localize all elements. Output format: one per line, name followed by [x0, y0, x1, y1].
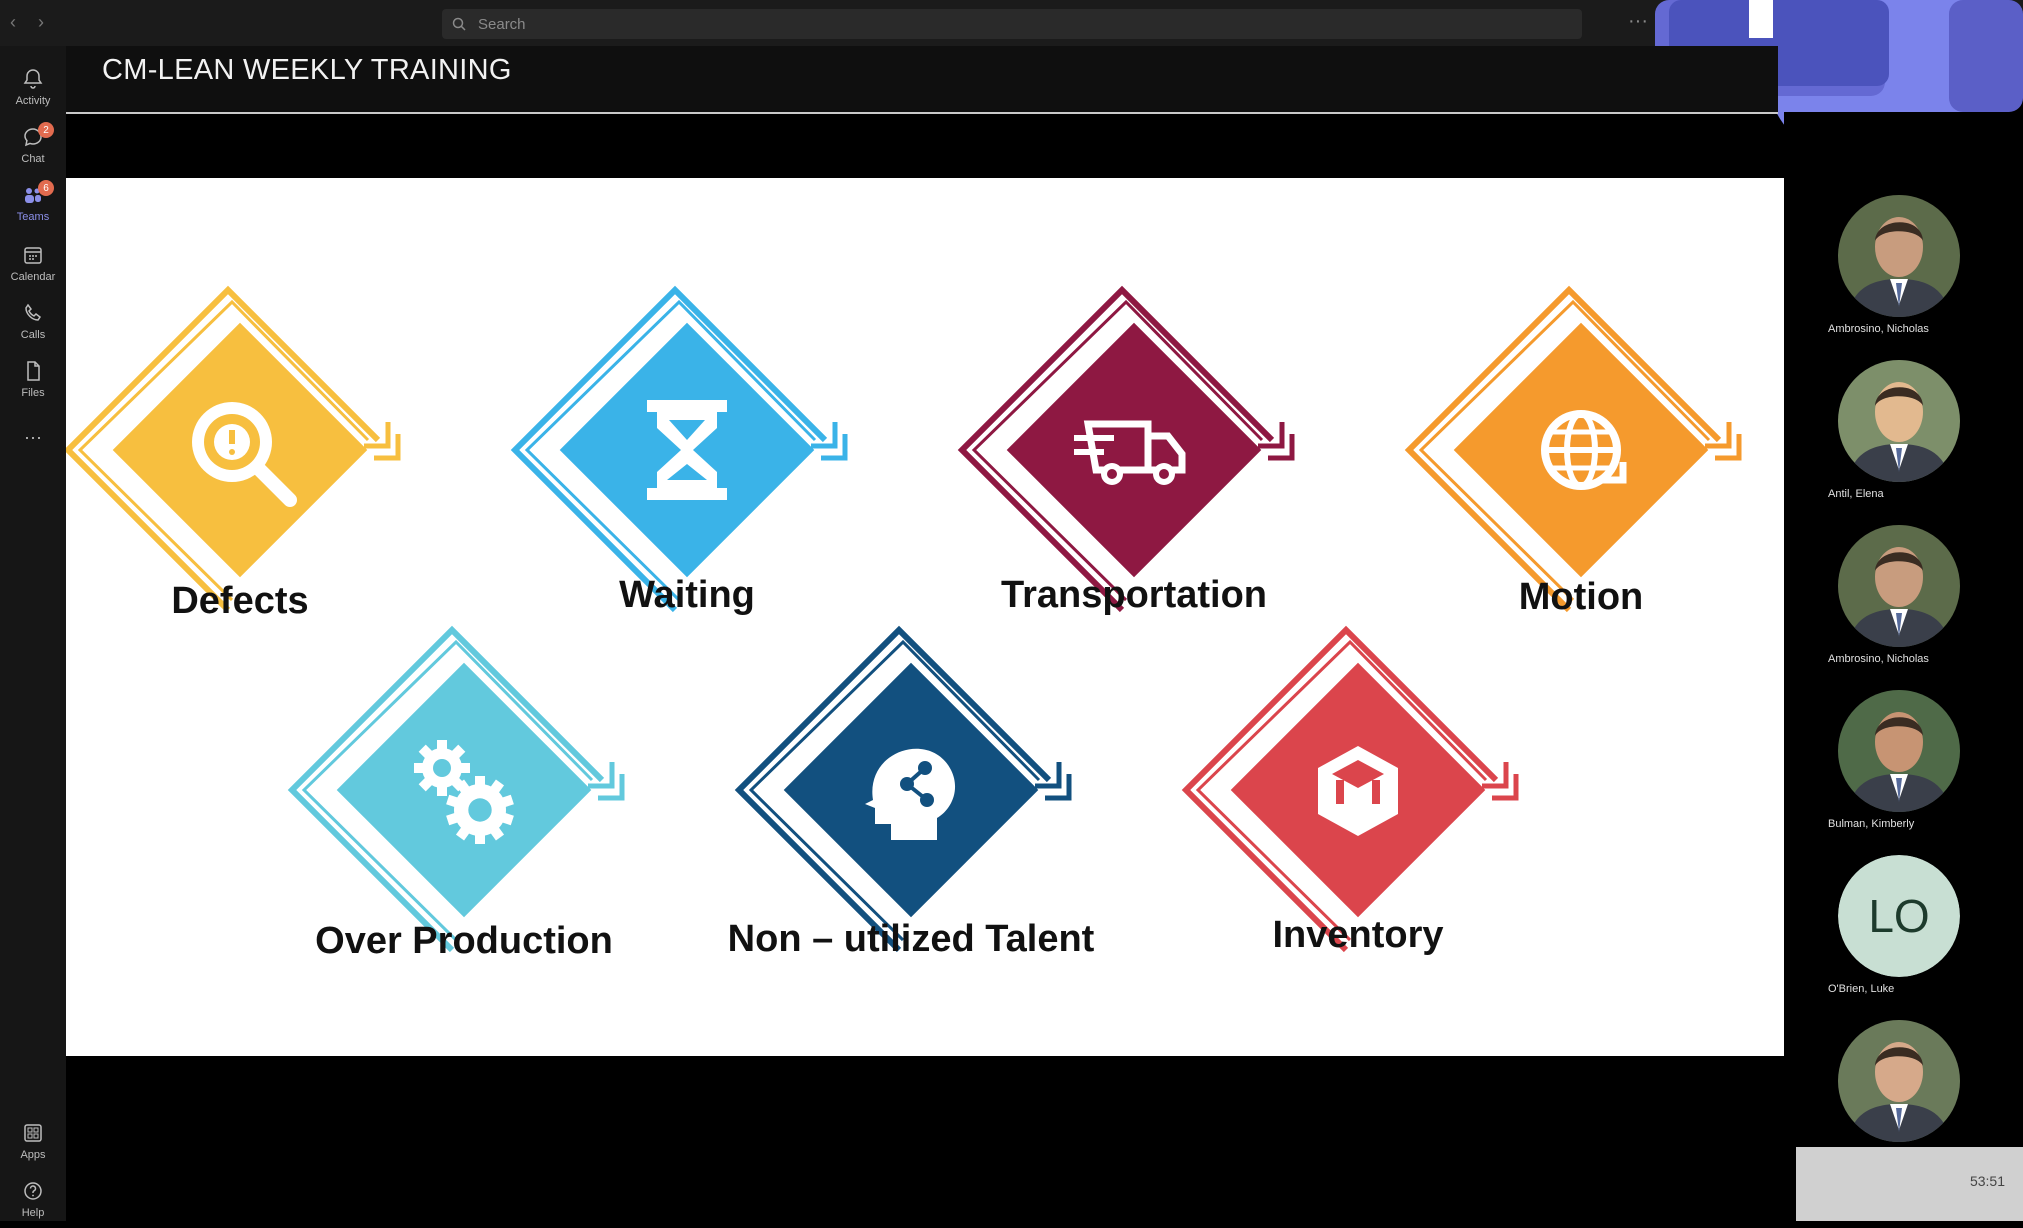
rail-item-label: Calls: [20, 329, 46, 341]
participant-name: Ambrosino, Nicholas: [1828, 323, 1929, 335]
avatar: [1838, 1020, 1960, 1142]
calendar-icon: [24, 247, 42, 264]
participant-name: O'Brien, Luke: [1828, 983, 1895, 995]
slide-item-label: Transportation: [1000, 574, 1268, 616]
app-rail: Activity Chat 2 Teams 6 Calendar Calls F…: [0, 46, 66, 1221]
rail-item-chat[interactable]: Chat 2: [0, 116, 66, 174]
bell-icon: [23, 69, 43, 89]
search-placeholder: Search: [478, 15, 526, 33]
rail-item-calendar[interactable]: Calendar: [0, 234, 66, 292]
forward-arrow-icon[interactable]: ›: [38, 12, 44, 33]
nav-arrows: ‹ ›: [10, 12, 44, 33]
rail-item-more[interactable]: ···: [0, 408, 66, 466]
rail-item-label: Apps: [20, 1149, 46, 1161]
slide-item-label: Motion: [1518, 576, 1644, 618]
chat-badge: 2: [38, 122, 54, 138]
slide-item-1: [510, 285, 848, 613]
rail-item-teams[interactable]: Teams 6: [0, 174, 66, 232]
shared-slide: Defects Waiting Transportation Motion Over P…: [66, 178, 1784, 1056]
rail-item-files[interactable]: Files: [0, 350, 66, 408]
participant-panel: Ambrosino, Nicholas Antil, Elena Ambrosino…: [1784, 112, 2023, 1221]
meeting-title: CM-LEAN WEEKLY TRAINING: [102, 54, 512, 86]
search-icon: [452, 15, 470, 33]
rail-item-apps[interactable]: Apps: [0, 1112, 66, 1170]
avatar: [1838, 690, 1960, 812]
timer-panel: 53:51: [1796, 1147, 2023, 1221]
slide-item-label: Inventory: [1272, 914, 1444, 956]
meeting-timer: 53:51: [1969, 1173, 2005, 1189]
slide-item-0: [66, 285, 401, 613]
slide-item-5: [734, 625, 1072, 953]
person-photo-icon: [1838, 360, 1960, 482]
rail-item-activity[interactable]: Activity: [0, 58, 66, 116]
rail-item-label: Teams: [16, 211, 50, 223]
slide-item-6: [1181, 625, 1519, 953]
search-box[interactable]: Search: [442, 9, 1582, 39]
diamond-fill: [1006, 322, 1262, 578]
participant-name: Bulman, Kimberly: [1828, 818, 1915, 830]
file-icon: [27, 361, 40, 381]
avatar: [1838, 525, 1960, 647]
rail-item-label: Help: [21, 1207, 45, 1219]
back-arrow-icon[interactable]: ‹: [10, 12, 16, 33]
participant-name: Antil, Elena: [1828, 488, 1884, 500]
rail-item-help[interactable]: Help: [0, 1170, 66, 1228]
slide-item-label: Waiting: [619, 574, 755, 616]
rail-item-label: Files: [21, 387, 45, 399]
help-icon: [24, 1182, 42, 1200]
participant-name: Ambrosino, Nicholas: [1828, 653, 1929, 665]
slide-item-label: Over Production: [315, 920, 613, 962]
more-apps-icon: ···: [24, 426, 42, 447]
avatar: LO: [1838, 855, 1960, 977]
teams-badge: 6: [38, 180, 54, 196]
avatar: [1838, 360, 1960, 482]
slide-item-2: [957, 285, 1295, 613]
slide-item-label: Non – utilized Talent: [727, 918, 1095, 960]
person-photo-icon: [1838, 1020, 1960, 1142]
person-photo-icon: [1838, 525, 1960, 647]
slide-item-3: [1404, 285, 1742, 613]
avatar-initials: LO: [1838, 855, 1960, 977]
apps-icon: [24, 1124, 42, 1142]
rail-item-label: Activity: [15, 95, 51, 107]
person-photo-icon: [1838, 195, 1960, 317]
meeting-title-bar: CM-LEAN WEEKLY TRAINING: [66, 46, 1778, 114]
slide-item-label: Defects: [171, 580, 309, 622]
person-photo-icon: [1838, 690, 1960, 812]
rail-item-label: Calendar: [10, 271, 56, 283]
phone-icon: [25, 303, 42, 321]
rail-item-calls[interactable]: Calls: [0, 292, 66, 350]
avatar: [1838, 195, 1960, 317]
rail-item-label: Chat: [21, 153, 45, 165]
more-options-button[interactable]: ···: [1628, 10, 1648, 33]
slide-item-4: [287, 625, 625, 953]
